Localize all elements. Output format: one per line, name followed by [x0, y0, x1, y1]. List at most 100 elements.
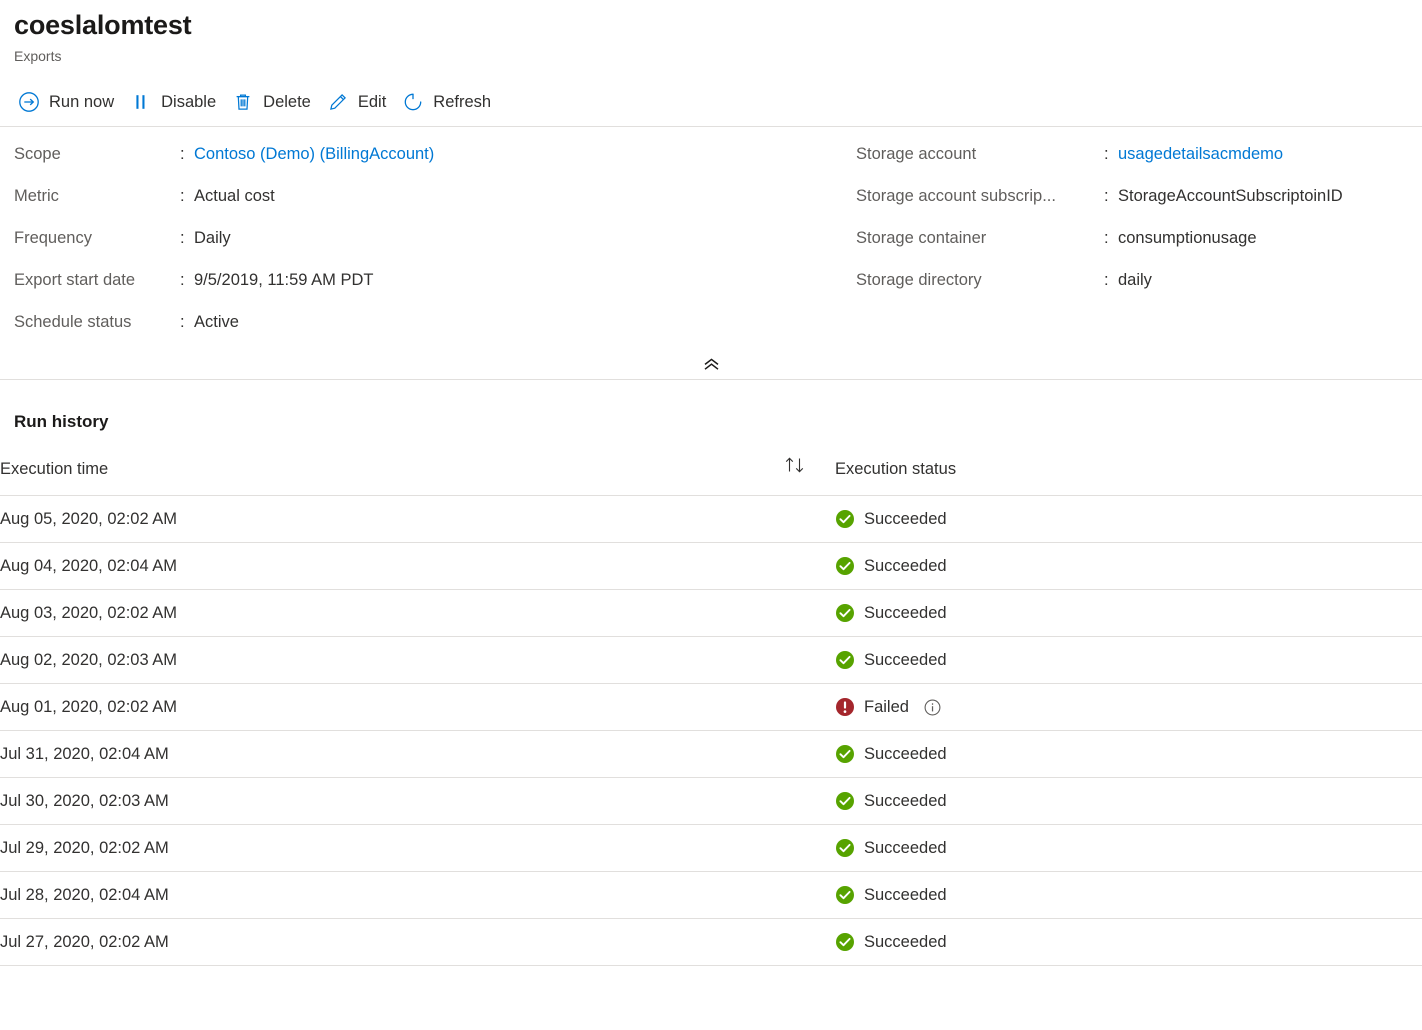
property-colon: :	[180, 227, 194, 249]
table-header-row: Execution time Execution status	[0, 456, 1422, 496]
success-check-icon	[835, 744, 855, 764]
column-header-execution-time[interactable]: Execution time	[0, 456, 783, 496]
pencil-icon	[327, 91, 349, 113]
column-header-execution-status[interactable]: Execution status	[835, 456, 1422, 496]
property-key: Storage account	[856, 143, 1104, 165]
property-key: Scope	[14, 143, 180, 165]
info-icon[interactable]	[924, 699, 941, 716]
property-colon: :	[180, 269, 194, 291]
refresh-button[interactable]: Refresh	[398, 84, 503, 120]
cell-spacer	[783, 496, 835, 543]
status-label: Succeeded	[864, 885, 947, 905]
property-value: daily	[1118, 269, 1152, 291]
cell-execution-status: Succeeded	[835, 872, 1422, 919]
property-key: Schedule status	[14, 311, 180, 333]
table-row[interactable]: Aug 02, 2020, 02:03 AM Succeeded	[0, 637, 1422, 684]
cell-execution-time: Jul 30, 2020, 02:03 AM	[0, 778, 783, 825]
cell-spacer	[783, 731, 835, 778]
cell-execution-status: Succeeded	[835, 590, 1422, 637]
status-badge: Succeeded	[835, 791, 1422, 811]
success-check-icon	[835, 650, 855, 670]
property-storage-account: Storage account : usagedetailsacmdemo	[856, 143, 1422, 185]
disable-label: Disable	[161, 91, 216, 113]
table-row[interactable]: Aug 04, 2020, 02:04 AM Succeeded	[0, 543, 1422, 590]
table-row[interactable]: Aug 05, 2020, 02:02 AMSucceeded	[0, 496, 1422, 543]
property-value: Active	[194, 311, 239, 333]
run-now-button[interactable]: Run now	[14, 84, 126, 120]
cell-execution-time: Aug 02, 2020, 02:03 AM	[0, 637, 783, 684]
cell-spacer	[783, 825, 835, 872]
success-check-icon	[835, 932, 855, 952]
collapse-row	[0, 349, 1422, 379]
table-row[interactable]: Aug 01, 2020, 02:02 AM Failed	[0, 684, 1422, 731]
trash-icon	[232, 91, 254, 113]
table-row[interactable]: Jul 31, 2020, 02:04 AMSucceeded	[0, 731, 1422, 778]
property-key: Frequency	[14, 227, 180, 249]
status-badge: Succeeded	[835, 603, 1422, 623]
page-subtitle: Exports	[14, 46, 1422, 66]
page-title: coeslalomtest	[14, 8, 1422, 42]
essentials-right-column: Storage account : usagedetailsacmdemo St…	[856, 143, 1422, 353]
status-label: Failed	[864, 697, 909, 717]
cell-execution-time: Jul 27, 2020, 02:02 AM	[0, 919, 783, 966]
property-colon: :	[180, 185, 194, 207]
table-header: Execution time Execution status	[0, 456, 1422, 496]
status-badge: Succeeded	[835, 509, 1422, 529]
run-history-title: Run history	[0, 410, 1422, 434]
property-key: Metric	[14, 185, 180, 207]
edit-button[interactable]: Edit	[323, 84, 398, 120]
success-check-icon	[835, 603, 855, 623]
run-now-icon	[18, 91, 40, 113]
scope-link[interactable]: Contoso (Demo) (BillingAccount)	[194, 143, 434, 165]
success-check-icon	[835, 885, 855, 905]
property-colon: :	[1104, 227, 1118, 249]
double-chevron-up-icon[interactable]	[693, 356, 730, 373]
run-history-table: Execution time Execution status Aug 05, …	[0, 456, 1422, 966]
sort-ascending-descending-icon[interactable]	[783, 456, 809, 474]
status-label: Succeeded	[864, 509, 947, 529]
table-row[interactable]: Aug 03, 2020, 02:02 AM Succeeded	[0, 590, 1422, 637]
cell-spacer	[783, 684, 835, 731]
status-label: Succeeded	[864, 744, 947, 764]
property-colon: :	[180, 143, 194, 165]
essentials-left-column: Scope : Contoso (Demo) (BillingAccount) …	[0, 143, 856, 353]
cell-execution-status: Succeeded	[835, 778, 1422, 825]
cell-execution-status: Failed	[835, 684, 1422, 731]
cell-execution-status: Succeeded	[835, 543, 1422, 590]
table-row[interactable]: Jul 30, 2020, 02:03 AM Succeeded	[0, 778, 1422, 825]
property-key: Storage directory	[856, 269, 1104, 291]
cell-execution-time: Aug 03, 2020, 02:02 AM	[0, 590, 783, 637]
property-storage-directory: Storage directory : daily	[856, 269, 1422, 311]
error-exclamation-icon	[835, 697, 855, 717]
property-value: consumptionusage	[1118, 227, 1257, 249]
table-row[interactable]: Jul 29, 2020, 02:02 AMSucceeded	[0, 825, 1422, 872]
cell-execution-status: Succeeded	[835, 731, 1422, 778]
success-check-icon	[835, 509, 855, 529]
status-label: Succeeded	[864, 603, 947, 623]
property-colon: :	[1104, 143, 1118, 165]
table-row[interactable]: Jul 27, 2020, 02:02 AM Succeeded	[0, 919, 1422, 966]
delete-button[interactable]: Delete	[228, 84, 323, 120]
column-sort-control[interactable]	[783, 456, 835, 496]
status-badge: Succeeded	[835, 650, 1422, 670]
pause-icon	[130, 91, 152, 113]
status-badge: Succeeded	[835, 838, 1422, 858]
refresh-label: Refresh	[433, 91, 491, 113]
property-scope: Scope : Contoso (Demo) (BillingAccount)	[14, 143, 856, 185]
table-row[interactable]: Jul 28, 2020, 02:04 AMSucceeded	[0, 872, 1422, 919]
status-label: Succeeded	[864, 556, 947, 576]
status-label: Succeeded	[864, 932, 947, 952]
refresh-icon	[402, 91, 424, 113]
cell-execution-time: Aug 04, 2020, 02:04 AM	[0, 543, 783, 590]
cell-spacer	[783, 543, 835, 590]
cell-execution-time: Aug 01, 2020, 02:02 AM	[0, 684, 783, 731]
property-key: Export start date	[14, 269, 180, 291]
cell-spacer	[783, 919, 835, 966]
cell-spacer	[783, 590, 835, 637]
property-storage-account-subscription: Storage account subscrip... : StorageAcc…	[856, 185, 1422, 227]
property-metric: Metric : Actual cost	[14, 185, 856, 227]
cell-execution-status: Succeeded	[835, 919, 1422, 966]
command-bar: Run now Disable Delete	[0, 80, 1422, 124]
storage-account-link[interactable]: usagedetailsacmdemo	[1118, 143, 1283, 165]
disable-button[interactable]: Disable	[126, 84, 228, 120]
